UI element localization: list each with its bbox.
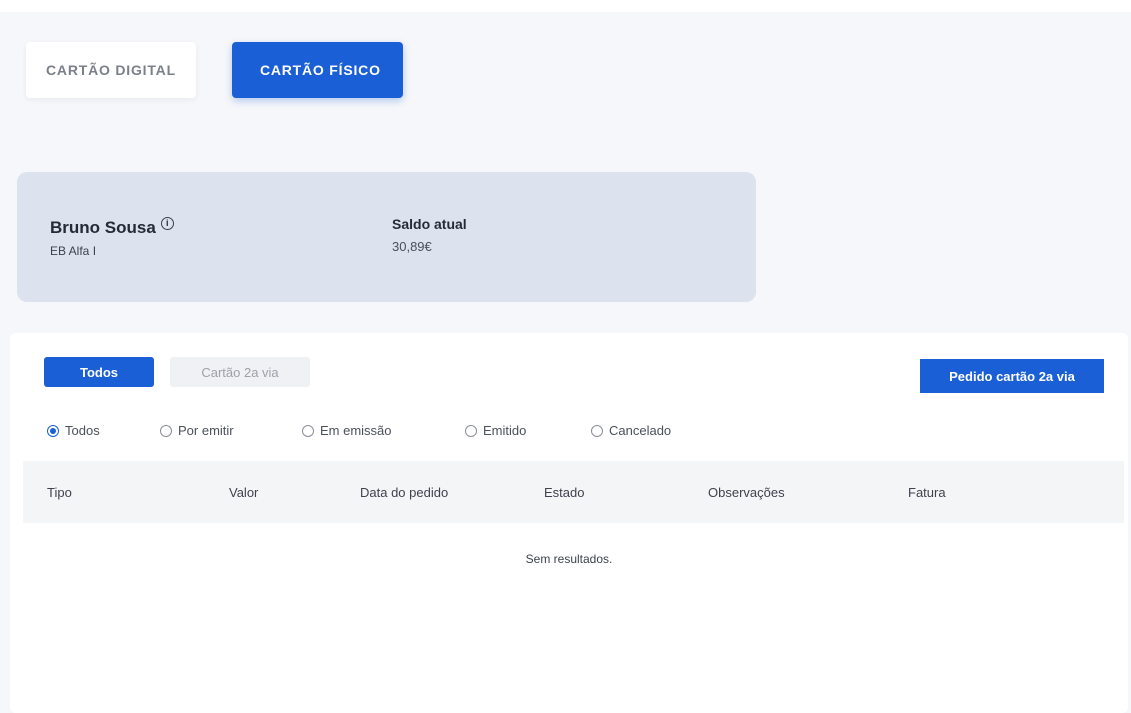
filter-segunda-via-button[interactable]: Cartão 2a via: [170, 357, 310, 387]
tab-cartao-digital[interactable]: CARTÃO DIGITAL: [26, 42, 196, 98]
column-header-fatura: Fatura: [908, 485, 946, 500]
card-type-tabs: CARTÃO DIGITAL CARTÃO FÍSICO: [26, 42, 403, 98]
top-bar: [0, 0, 1131, 12]
radio-unchecked-icon: [302, 424, 314, 437]
table-header: Tipo Valor Data do pedido Estado Observa…: [23, 461, 1124, 523]
radio-unchecked-icon: [591, 424, 603, 437]
balance-value: 30,89€: [392, 239, 432, 254]
holder-name: Bruno Sousa: [50, 218, 156, 237]
request-second-card-button[interactable]: Pedido cartão 2a via: [920, 359, 1104, 393]
radio-por-emitir[interactable]: Por emitir: [160, 423, 302, 438]
filter-todos-button[interactable]: Todos: [44, 357, 154, 387]
holder-school: EB Alfa I: [50, 244, 97, 258]
balance: Saldo atual 30,89€: [392, 216, 467, 254]
info-icon[interactable]: i: [160, 216, 174, 230]
empty-results-message: Sem resultados.: [525, 552, 613, 566]
radio-emitido[interactable]: Emitido: [465, 423, 591, 438]
radio-todos[interactable]: Todos: [47, 423, 160, 438]
tab-cartao-fisico[interactable]: CARTÃO FÍSICO: [231, 42, 403, 98]
column-header-estado: Estado: [544, 485, 585, 500]
card-holder: Bruno Sousa i EB Alfa I: [50, 216, 174, 258]
column-header-valor: Valor: [229, 485, 259, 500]
balance-card: Bruno Sousa i EB Alfa I Saldo atual 30,8…: [17, 172, 756, 302]
balance-label: Saldo atual: [392, 216, 467, 232]
column-header-data-pedido: Data do pedido: [360, 485, 449, 500]
column-header-observacoes: Observações: [708, 485, 785, 500]
radio-unchecked-icon: [160, 424, 172, 437]
radio-cancelado[interactable]: Cancelado: [591, 423, 711, 438]
radio-checked-icon: [47, 424, 59, 437]
status-radio-group: Todos Por emitir Em emissão Emitido Canc…: [47, 423, 711, 438]
radio-em-emissao[interactable]: Em emissão: [302, 423, 465, 438]
radio-unchecked-icon: [465, 424, 477, 437]
requests-panel: Todos Cartão 2a via Pedido cartão 2a via…: [10, 333, 1128, 713]
column-header-tipo: Tipo: [47, 485, 72, 500]
